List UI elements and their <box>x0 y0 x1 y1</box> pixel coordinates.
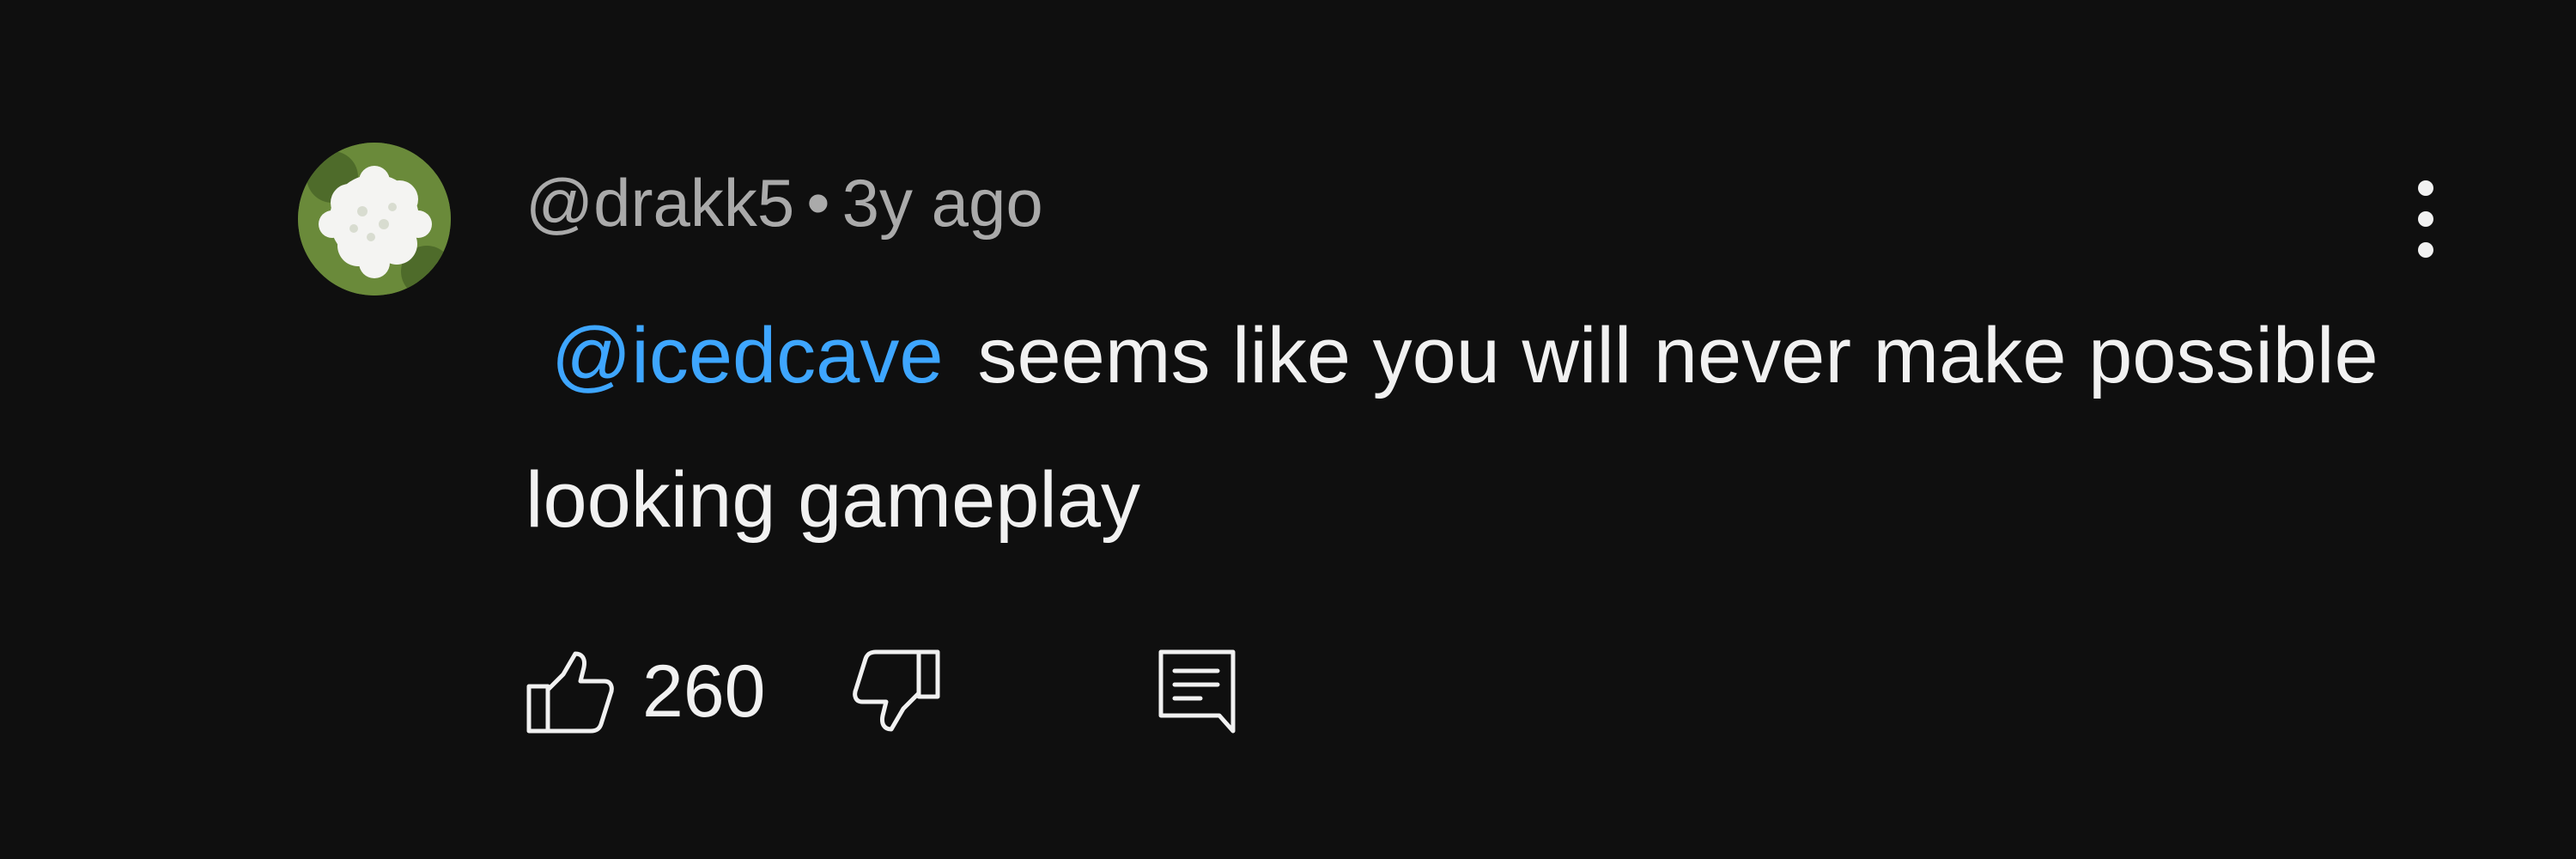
meta-separator: • <box>806 165 830 241</box>
reply-button[interactable] <box>1156 647 1238 736</box>
author-name[interactable]: @drakk5 <box>526 165 794 241</box>
mention-link[interactable]: @icedcave <box>551 312 944 399</box>
thumbs-down-icon <box>852 649 939 732</box>
more-vertical-icon <box>2418 180 2433 258</box>
comment-item: @drakk5 • 3y ago @icedcave seems like you w… <box>0 0 2576 859</box>
reply-comment-icon <box>1158 649 1235 734</box>
like-button[interactable] <box>526 649 615 734</box>
comment-actions: 260 <box>526 640 1238 743</box>
like-count: 260 <box>642 649 766 733</box>
avatar[interactable] <box>298 143 451 295</box>
comment-meta: @drakk5 • 3y ago <box>526 156 1043 249</box>
flower-avatar-icon <box>298 143 451 295</box>
more-options-button[interactable] <box>2387 176 2464 262</box>
timestamp[interactable]: 3y ago <box>842 165 1043 241</box>
comment-text: @icedcave seems like you will never make … <box>526 283 2500 572</box>
thumbs-up-icon <box>526 651 614 734</box>
dislike-button[interactable] <box>852 649 941 734</box>
